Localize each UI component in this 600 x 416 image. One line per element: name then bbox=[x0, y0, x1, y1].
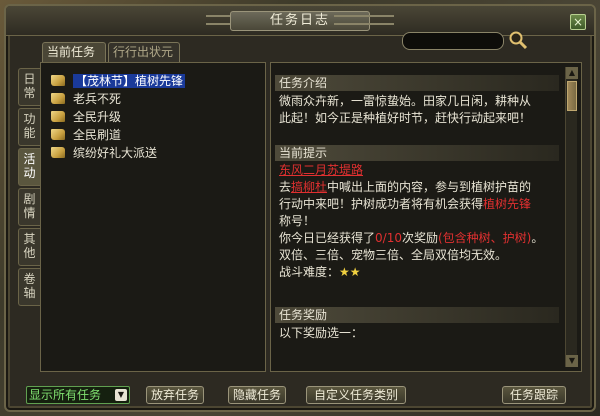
quest-book-icon bbox=[51, 129, 65, 140]
side-tab-function[interactable]: 功能 bbox=[18, 108, 40, 146]
side-tab-daily[interactable]: 日常 bbox=[18, 68, 40, 106]
scroll-down-icon[interactable]: ▼ bbox=[566, 355, 578, 367]
detail-scrollbar[interactable]: ▲ ▼ bbox=[565, 67, 578, 367]
intro-text: 微雨众卉新，一雷惊蛰始。田家几日闲，耕种从 此起！如今正是种植好时节，赶快行动起… bbox=[279, 94, 532, 125]
quest-list: 【茂林节】植树先锋 老兵不死 全民升级 全民刷道 缤纷好礼大派送 bbox=[40, 62, 266, 372]
side-tab-event[interactable]: 活动 bbox=[18, 148, 40, 186]
section-header-intro: 任务介绍 bbox=[275, 75, 559, 91]
section-header-reward: 任务奖励 bbox=[275, 307, 559, 323]
reward-text: 以下奖励选一： bbox=[279, 326, 364, 340]
quest-book-icon bbox=[51, 75, 65, 86]
search-icon[interactable] bbox=[508, 30, 528, 50]
npc-link[interactable]: 搞柳杜 bbox=[291, 180, 327, 194]
tab-career-quests[interactable]: 行行出状元 bbox=[108, 42, 180, 62]
tab-current-quests[interactable]: 当前任务 bbox=[42, 42, 106, 62]
quest-book-icon bbox=[51, 147, 65, 158]
side-tab-scroll[interactable]: 卷轴 bbox=[18, 268, 40, 306]
custom-category-button[interactable]: 自定义任务类别 bbox=[306, 386, 406, 404]
quest-log-window: 任务日志 × 当前任务 行行出状元 日常 功能 活动 剧情 其他 卷轴 【茂林节… bbox=[4, 4, 596, 412]
quest-detail: 任务介绍 微雨众卉新，一雷惊蛰始。田家几日闲，耕种从 此起！如今正是种植好时节，… bbox=[270, 62, 582, 372]
hint-location-link[interactable]: 东风二月苏堤路 bbox=[279, 163, 363, 177]
quest-book-icon bbox=[51, 93, 65, 104]
section-header-hint: 当前提示 bbox=[275, 145, 559, 161]
side-tab-other[interactable]: 其他 bbox=[18, 228, 40, 266]
scroll-thumb[interactable] bbox=[567, 81, 577, 111]
close-button[interactable]: × bbox=[570, 14, 586, 30]
quest-item[interactable]: 【茂林节】植树先锋 bbox=[51, 73, 186, 89]
quest-item[interactable]: 全民升级 bbox=[51, 109, 121, 125]
quest-item[interactable]: 全民刷道 bbox=[51, 127, 121, 143]
chevron-down-icon: ▼ bbox=[115, 389, 127, 401]
title-bar[interactable]: 任务日志 × bbox=[6, 6, 594, 36]
quest-filter-dropdown[interactable]: 显示所有任务 ▼ bbox=[26, 386, 130, 404]
track-quest-button[interactable]: 任务跟踪 bbox=[502, 386, 566, 404]
title-ornament-right bbox=[334, 15, 394, 25]
hint-text: 东风二月苏堤路 去搞柳杜中喊出上面的内容，参与到植树护苗的 行动中来吧！护树成功… bbox=[279, 163, 544, 279]
abandon-quest-button[interactable]: 放弃任务 bbox=[146, 386, 204, 404]
hide-quest-button[interactable]: 隐藏任务 bbox=[228, 386, 286, 404]
scroll-up-icon[interactable]: ▲ bbox=[566, 67, 578, 79]
difficulty-stars: ★★ bbox=[339, 265, 361, 279]
search-input[interactable] bbox=[402, 32, 504, 50]
quest-book-icon bbox=[51, 111, 65, 122]
quest-item[interactable]: 缤纷好礼大派送 bbox=[51, 145, 157, 161]
side-tab-story[interactable]: 剧情 bbox=[18, 188, 40, 226]
quest-item[interactable]: 老兵不死 bbox=[51, 91, 121, 107]
